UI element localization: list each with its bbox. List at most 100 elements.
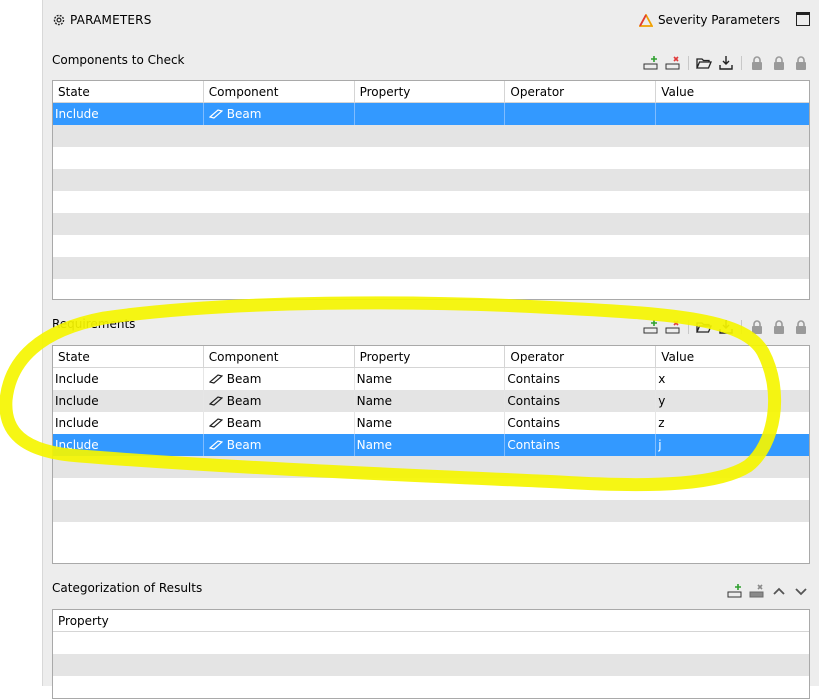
- lock-icon: [793, 319, 809, 335]
- cell-operator[interactable]: Contains: [505, 368, 657, 390]
- cell-component-label: Beam: [226, 394, 262, 408]
- cell-component[interactable]: Beam: [204, 434, 355, 456]
- empty-row: [53, 500, 809, 522]
- cell-operator[interactable]: Contains: [505, 390, 657, 412]
- table-row[interactable]: Include Beam Name Contains y: [53, 390, 809, 412]
- cell-component[interactable]: Beam: [204, 368, 355, 390]
- beam-icon: [208, 396, 223, 406]
- categorization-section-title: Categorization of Results: [52, 581, 203, 595]
- empty-row: [53, 169, 809, 191]
- cell-component[interactable]: Beam: [204, 103, 355, 125]
- categorization-toolbar: [727, 582, 809, 600]
- beam-icon: [208, 374, 223, 384]
- toolbar-separator: [688, 56, 689, 70]
- warning-triangle-icon: [638, 13, 653, 27]
- column-header-value[interactable]: Value: [656, 346, 809, 367]
- categorization-table-header: Property: [53, 610, 809, 632]
- lock-icon: [771, 319, 787, 335]
- folder-open-icon[interactable]: [696, 55, 712, 71]
- cell-state[interactable]: Include: [53, 368, 204, 390]
- column-header-component[interactable]: Component: [204, 346, 355, 367]
- cell-component[interactable]: Beam: [204, 412, 355, 434]
- requirements-table-header: State Component Property Operator Value: [53, 346, 809, 368]
- empty-row: [53, 257, 809, 279]
- cell-component-label: Beam: [226, 372, 262, 386]
- empty-row: [53, 676, 809, 698]
- cell-operator[interactable]: Contains: [505, 412, 657, 434]
- column-header-property[interactable]: Property: [355, 81, 506, 102]
- cell-property[interactable]: Name: [355, 368, 506, 390]
- column-header-value[interactable]: Value: [656, 81, 809, 102]
- table-row[interactable]: Include Beam Name Contains z: [53, 412, 809, 434]
- delete-row-icon[interactable]: [749, 583, 765, 599]
- empty-row: [53, 478, 809, 500]
- empty-row: [53, 522, 809, 544]
- column-header-property[interactable]: Property: [53, 610, 809, 631]
- toolbar-separator: [688, 320, 689, 334]
- add-row-icon[interactable]: [727, 583, 743, 599]
- cell-value[interactable]: x: [656, 368, 809, 390]
- lock-icon: [749, 55, 765, 71]
- severity-parameters-link[interactable]: Severity Parameters: [638, 13, 780, 27]
- empty-row: [53, 279, 809, 299]
- cell-property[interactable]: Name: [355, 412, 506, 434]
- table-row[interactable]: Include Beam Name Contains j: [53, 434, 809, 456]
- table-row[interactable]: Include Beam Name Contains x: [53, 368, 809, 390]
- empty-row: [53, 654, 809, 676]
- empty-row: [53, 456, 809, 478]
- toolbar-separator: [741, 56, 742, 70]
- empty-row: [53, 213, 809, 235]
- requirements-table: State Component Property Operator Value …: [52, 345, 810, 564]
- column-header-operator[interactable]: Operator: [505, 81, 657, 102]
- chevron-up-icon[interactable]: [771, 583, 787, 599]
- chevron-down-icon[interactable]: [793, 583, 809, 599]
- cell-property[interactable]: Name: [355, 390, 506, 412]
- column-header-component[interactable]: Component: [204, 81, 355, 102]
- column-header-state[interactable]: State: [53, 81, 204, 102]
- column-header-state[interactable]: State: [53, 346, 204, 367]
- components-section-title: Components to Check: [52, 53, 185, 67]
- components-table-header: State Component Property Operator Value: [53, 81, 809, 103]
- cell-state[interactable]: Include: [53, 412, 204, 434]
- parameters-panel: PARAMETERS Severity Parameters Component…: [42, 0, 819, 699]
- cell-component-label: Beam: [226, 438, 262, 452]
- cell-operator[interactable]: Contains: [505, 434, 657, 456]
- cell-property[interactable]: Name: [355, 434, 506, 456]
- add-row-icon[interactable]: [643, 55, 659, 71]
- folder-open-icon[interactable]: [696, 319, 712, 335]
- empty-row: [53, 125, 809, 147]
- download-icon[interactable]: [718, 319, 734, 335]
- requirements-section-title: Requirements: [52, 317, 136, 331]
- lock-icon: [771, 55, 787, 71]
- cell-value[interactable]: y: [656, 390, 809, 412]
- beam-icon: [208, 109, 223, 119]
- add-row-icon[interactable]: [643, 319, 659, 335]
- column-header-property[interactable]: Property: [355, 346, 506, 367]
- lock-icon: [793, 55, 809, 71]
- empty-row: [53, 147, 809, 169]
- empty-row: [53, 235, 809, 257]
- cell-state[interactable]: Include: [53, 390, 204, 412]
- empty-row: [53, 632, 809, 654]
- cell-value[interactable]: j: [656, 434, 809, 456]
- cell-state[interactable]: Include: [53, 103, 204, 125]
- delete-row-icon[interactable]: [665, 55, 681, 71]
- cell-operator[interactable]: [505, 103, 657, 125]
- cell-property[interactable]: [355, 103, 506, 125]
- maximize-icon[interactable]: [796, 12, 810, 26]
- cell-value[interactable]: z: [656, 412, 809, 434]
- delete-row-icon[interactable]: [665, 319, 681, 335]
- cell-component[interactable]: Beam: [204, 390, 355, 412]
- cell-value[interactable]: [656, 103, 809, 125]
- cell-state[interactable]: Include: [53, 434, 204, 456]
- cell-component-label: Beam: [226, 416, 262, 430]
- lock-icon: [749, 319, 765, 335]
- gear-icon: [53, 14, 65, 26]
- column-header-operator[interactable]: Operator: [505, 346, 657, 367]
- severity-parameters-label: Severity Parameters: [657, 13, 780, 27]
- download-icon[interactable]: [718, 55, 734, 71]
- components-table: State Component Property Operator Value …: [52, 80, 810, 300]
- beam-icon: [208, 440, 223, 450]
- table-row[interactable]: Include Beam: [53, 103, 809, 125]
- toolbar-separator: [741, 320, 742, 334]
